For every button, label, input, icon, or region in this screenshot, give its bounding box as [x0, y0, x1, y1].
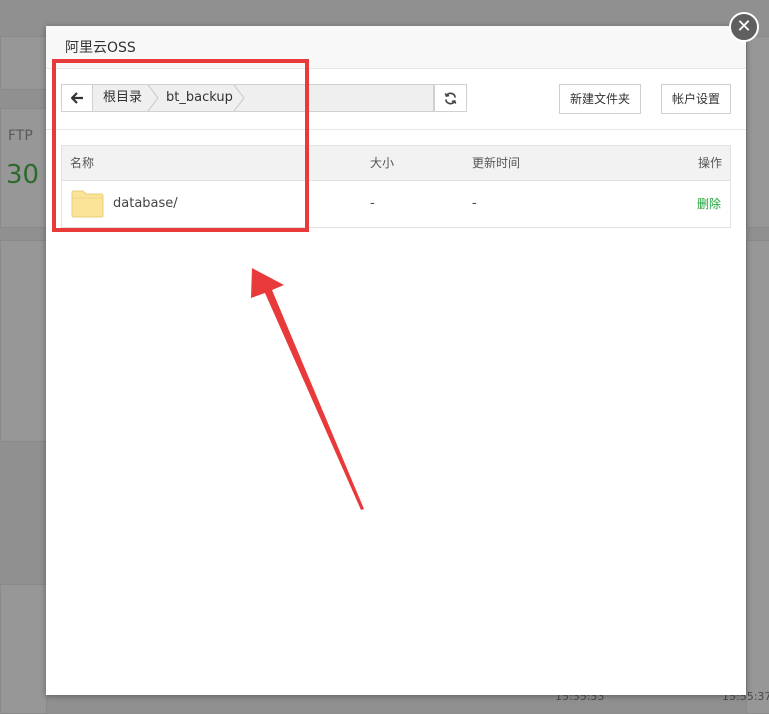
annotation-arrow	[251, 268, 364, 510]
